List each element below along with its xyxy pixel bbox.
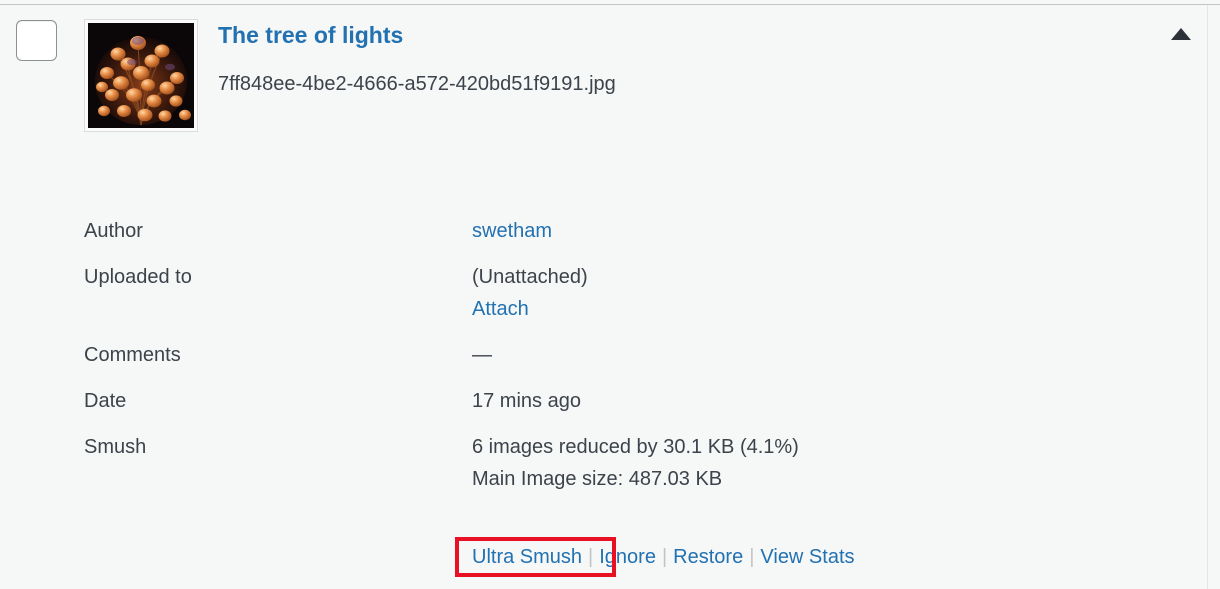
attachment-title-link[interactable]: The tree of lights (218, 21, 403, 49)
action-separator: | (749, 546, 755, 568)
detail-label: Author (84, 220, 143, 242)
detail-label: Date (84, 390, 127, 412)
action-separator: | (588, 546, 594, 568)
detail-label: Smush (84, 436, 147, 458)
attach-link[interactable]: Attach (472, 293, 1084, 325)
ignore-link[interactable]: Ignore (599, 546, 656, 568)
right-divider (1207, 5, 1208, 589)
detail-label: Comments (84, 344, 181, 366)
detail-value: — (472, 339, 1084, 371)
detail-row-comments: Comments — (84, 339, 1084, 371)
detail-row-smush: Smush 6 images reduced by 30.1 KB (4.1%)… (84, 431, 1084, 495)
detail-value: 17 mins ago (472, 385, 1084, 417)
restore-link[interactable]: Restore (673, 546, 743, 568)
detail-value: swetham (472, 215, 1084, 247)
detail-row-author: Author swetham (84, 215, 1084, 247)
smush-summary: 6 images reduced by 30.1 KB (4.1%) (472, 436, 799, 458)
detail-value: (Unattached) Attach (472, 261, 1084, 325)
smush-main-image-size: Main Image size: 487.03 KB (472, 468, 723, 490)
uploaded-to-value: (Unattached) (472, 266, 588, 288)
date-value: 17 mins ago (472, 390, 581, 412)
attachment-details-table: Author swetham Uploaded to (Unattached) … (84, 215, 1084, 495)
select-attachment-checkbox[interactable] (16, 20, 57, 61)
attachment-details-panel: The tree of lights 7ff848ee-4be2-4666-a5… (0, 0, 1220, 589)
detail-row-uploaded-to: Uploaded to (Unattached) Attach (84, 261, 1084, 325)
comments-value: — (472, 344, 492, 366)
attachment-filename: 7ff848ee-4be2-4666-a572-420bd51f9191.jpg (218, 73, 616, 95)
ultra-smush-link[interactable]: Ultra Smush (472, 546, 582, 568)
author-link[interactable]: swetham (472, 215, 1084, 247)
attachment-thumbnail[interactable] (84, 19, 198, 132)
detail-value: 6 images reduced by 30.1 KB (4.1%) Main … (472, 431, 1084, 495)
smush-action-links: Ultra Smush | Ignore | Restore | View Stats (472, 543, 855, 571)
action-separator: | (661, 546, 668, 568)
view-stats-link[interactable]: View Stats (760, 546, 854, 568)
top-divider (0, 4, 1220, 5)
thumbnail-image (88, 23, 194, 128)
detail-label: Uploaded to (84, 266, 192, 288)
collapse-toggle-icon[interactable] (1168, 24, 1194, 44)
detail-row-date: Date 17 mins ago (84, 385, 1084, 417)
